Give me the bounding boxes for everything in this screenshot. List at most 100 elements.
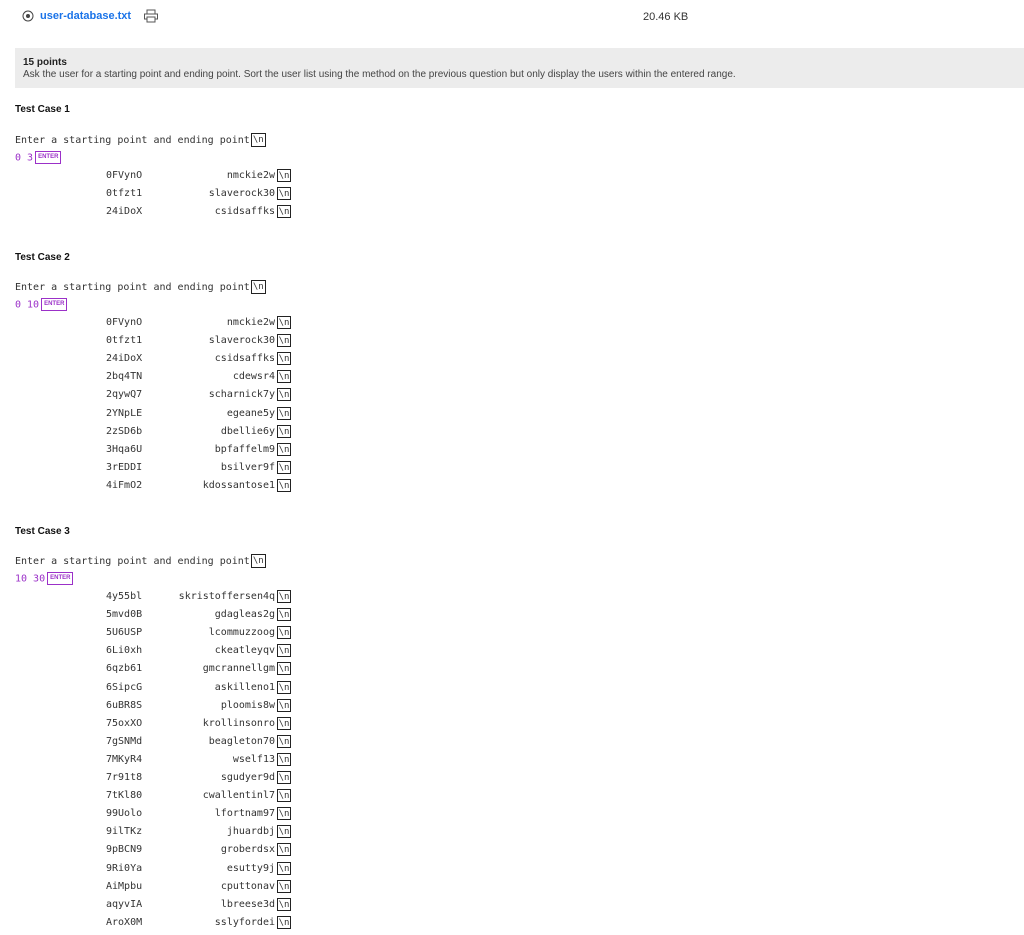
- output-row: 5mvd0B gdagleas2g \n: [0, 607, 320, 623]
- question-points: 15 points: [23, 57, 67, 68]
- user-id: 99Uolo: [106, 808, 143, 820]
- newline-marker: \n: [277, 316, 291, 329]
- newline-marker: \n: [277, 698, 291, 712]
- output-row: 7tKl80 cwallentinl7 \n: [0, 788, 320, 804]
- newline-marker: \n: [277, 424, 291, 438]
- output-row: 0tfzt1 slaverock30 \n: [0, 186, 320, 202]
- user-input-value: 10 30: [15, 573, 46, 585]
- username: nmckie2w: [226, 170, 275, 181]
- user-id: 0tfzt1: [106, 188, 143, 200]
- output-row: 2qywQ7 scharnick7y \n: [0, 387, 320, 403]
- newline-marker: \n: [277, 789, 291, 803]
- username: gmcrannellgm: [202, 663, 275, 675]
- test-case-title: Test Case 2: [15, 252, 70, 263]
- user-id: 4iFmO2: [106, 479, 143, 491]
- user-id: AroX0M: [106, 916, 143, 928]
- newline-marker: \n: [277, 771, 291, 784]
- newline-marker: \n: [277, 644, 291, 658]
- username: dbellie6y: [220, 425, 275, 437]
- user-id: 6uBR8S: [106, 699, 143, 711]
- username: sgudyer9d: [220, 772, 275, 783]
- newline-marker: \n: [277, 608, 291, 622]
- newline-marker: \n: [277, 734, 291, 748]
- newline-marker: \n: [277, 825, 291, 839]
- user-id: 4y55bl: [106, 591, 143, 602]
- print-icon[interactable]: [143, 9, 159, 23]
- user-id: 24iDoX: [106, 206, 143, 218]
- user-id: 0tfzt1: [106, 335, 143, 347]
- username: krollinsonro: [202, 717, 275, 729]
- user-input-value: 0 3: [15, 152, 34, 164]
- output-row: 24iDoX csidsaffks \n: [0, 351, 320, 367]
- file-download-link[interactable]: user-database.txt: [40, 10, 131, 22]
- username: scharnick7y: [208, 389, 275, 401]
- question-prompt: Ask the user for a starting point and en…: [23, 69, 736, 80]
- newline-marker: \n: [250, 280, 266, 294]
- output-row: 4y55bl skristoffersen4q \n: [0, 589, 320, 605]
- user-id: 6SipcG: [106, 681, 143, 693]
- user-id: 6Li0xh: [106, 645, 143, 657]
- radio-icon[interactable]: [22, 10, 34, 22]
- user-id: aqyvIA: [106, 898, 143, 910]
- output-row: 4iFmO2 kdossantose1 \n: [0, 478, 320, 494]
- user-input-line: 0 10 ENTER: [15, 298, 68, 312]
- newline-marker: \n: [277, 442, 291, 456]
- output-row: 2bq4TN cdewsr4 \n: [0, 369, 320, 385]
- newline-marker: \n: [277, 460, 291, 474]
- username: wself13: [232, 753, 275, 765]
- user-input-line: 10 30 ENTER: [15, 572, 74, 586]
- output-row: aqyvIA lbreese3d \n: [0, 897, 320, 913]
- newline-marker: \n: [277, 897, 291, 911]
- newline-marker: \n: [277, 662, 291, 676]
- username: jhuardbj: [226, 826, 275, 838]
- user-id: 5U6USP: [106, 627, 143, 639]
- output-row: 2zSD6b dbellie6y \n: [0, 424, 320, 440]
- username: skristoffersen4q: [178, 591, 275, 602]
- user-id: 9pBCN9: [106, 844, 143, 856]
- console-prompt-text: Enter a starting point and ending point: [15, 556, 250, 567]
- user-id: 7gSNMd: [106, 735, 143, 747]
- username: lbreese3d: [220, 898, 275, 910]
- output-row: 6uBR8S ploomis8w \n: [0, 698, 320, 714]
- newline-marker: \n: [277, 879, 291, 893]
- user-id: 2zSD6b: [106, 425, 143, 437]
- user-id: 7r91t8: [106, 772, 143, 783]
- username: nmckie2w: [226, 317, 275, 328]
- enter-key-marker: ENTER: [47, 572, 74, 585]
- username: lcommuzzoog: [208, 627, 275, 639]
- console-prompt-line: Enter a starting point and ending point \…: [15, 133, 266, 148]
- username: cputtonav: [220, 880, 275, 892]
- newline-marker: \n: [277, 807, 291, 821]
- username: bsilver9f: [220, 461, 275, 473]
- file-size: 20.46 KB: [643, 11, 689, 23]
- output-row: 99Uolo lfortnam97 \n: [0, 806, 320, 822]
- username: askilleno1: [214, 681, 275, 693]
- output-row: 9Ri0Ya esutty9j \n: [0, 861, 320, 877]
- output-row: 0tfzt1 slaverock30 \n: [0, 333, 320, 349]
- newline-marker: \n: [250, 133, 266, 147]
- newline-marker: \n: [277, 752, 291, 766]
- newline-marker: \n: [277, 915, 291, 929]
- user-id: 9Ri0Ya: [106, 862, 143, 874]
- output-row: 7r91t8 sgudyer9d \n: [0, 770, 320, 786]
- user-id: 0FVynO: [106, 170, 143, 181]
- username: cdewsr4: [232, 371, 275, 383]
- username: csidsaffks: [214, 206, 275, 218]
- enter-key-marker: ENTER: [35, 151, 62, 164]
- output-row: AiMpbu cputtonav \n: [0, 879, 320, 895]
- newline-marker: \n: [277, 388, 291, 402]
- output-row: 6qzb61 gmcrannellgm \n: [0, 661, 320, 677]
- user-id: 2qywQ7: [106, 389, 143, 401]
- username: groberdsx: [220, 844, 275, 856]
- username: lfortnam97: [214, 808, 275, 820]
- user-id: 6qzb61: [106, 663, 143, 675]
- output-row: 9ilTKz jhuardbj \n: [0, 824, 320, 840]
- newline-marker: \n: [277, 843, 291, 857]
- user-id: 9ilTKz: [106, 826, 143, 838]
- output-row: 24iDoX csidsaffks \n: [0, 204, 320, 220]
- file-attachment: user-database.txt: [22, 9, 159, 23]
- newline-marker: \n: [277, 370, 291, 384]
- output-row: 7gSNMd beagleton70 \n: [0, 734, 320, 750]
- user-id: 24iDoX: [106, 353, 143, 365]
- newline-marker: \n: [277, 478, 291, 492]
